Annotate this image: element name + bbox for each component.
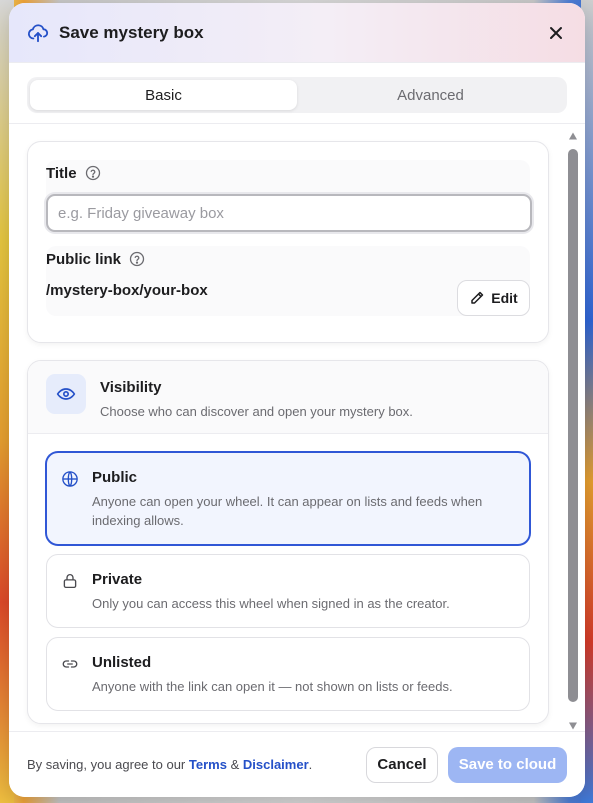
scroll-up-arrow-icon[interactable] <box>568 131 578 141</box>
cloud-upload-icon <box>27 22 49 44</box>
lock-icon <box>61 572 79 590</box>
terms-link[interactable]: Terms <box>189 757 227 772</box>
tab-bar: Basic Advanced <box>27 77 567 113</box>
save-to-cloud-button[interactable]: Save to cloud <box>448 746 567 783</box>
public-link-value: /mystery-box/your-box <box>46 282 208 299</box>
agreement-text: By saving, you agree to our Terms & Disc… <box>27 757 366 772</box>
edit-link-button[interactable]: Edit <box>457 280 530 316</box>
visibility-subtitle: Choose who can discover and open your my… <box>100 404 413 419</box>
option-title: Public <box>92 469 138 486</box>
eye-icon <box>46 374 86 414</box>
dialog-header: Save mystery box <box>9 3 585 63</box>
public-link-label: Public link <box>46 250 122 268</box>
save-dialog: Save mystery box Basic Advanced Title e.… <box>9 3 585 797</box>
help-icon[interactable] <box>85 165 101 181</box>
period: . <box>308 757 313 772</box>
help-icon[interactable] <box>129 251 145 267</box>
visibility-header: Visibility Choose who can discover and o… <box>28 361 548 434</box>
dialog-footer: By saving, you agree to our Terms & Disc… <box>9 731 585 797</box>
visibility-title: Visibility <box>100 379 162 396</box>
title-field-block: Title <box>46 160 532 232</box>
scrollbar[interactable] <box>568 131 578 731</box>
edit-label: Edit <box>491 290 518 306</box>
details-card: Title Public link <box>27 141 549 343</box>
option-title: Private <box>92 571 143 588</box>
agreement-prefix: By saving, you agree to our <box>27 757 186 772</box>
close-icon[interactable] <box>545 22 567 44</box>
option-description: Anyone with the link can open it — not s… <box>92 679 453 694</box>
tab-basic[interactable]: Basic <box>30 80 297 110</box>
pencil-icon <box>469 290 485 306</box>
dialog-body: Title Public link <box>9 115 585 733</box>
visibility-option-unlisted[interactable]: Unlisted Anyone with the link can open i… <box>46 637 530 711</box>
option-description: Anyone can open your wheel. It can appea… <box>92 494 483 528</box>
visibility-options: Public Anyone can open your wheel. It ca… <box>28 434 548 711</box>
tab-advanced[interactable]: Advanced <box>297 80 564 110</box>
scrollbar-thumb[interactable] <box>568 149 578 702</box>
visibility-option-public[interactable]: Public Anyone can open your wheel. It ca… <box>46 452 530 545</box>
dialog-title: Save mystery box <box>59 22 204 42</box>
title-input[interactable] <box>46 194 532 232</box>
ampersand: & <box>230 757 240 772</box>
public-link-block: Public link /mystery-box/your-box Edit <box>46 246 530 316</box>
globe-icon <box>61 470 79 488</box>
visibility-card: Visibility Choose who can discover and o… <box>27 360 549 724</box>
link-icon <box>61 655 79 673</box>
option-description: Only you can access this wheel when sign… <box>92 596 450 611</box>
cancel-button[interactable]: Cancel <box>366 746 438 783</box>
disclaimer-link[interactable]: Disclaimer <box>243 757 309 772</box>
visibility-option-private[interactable]: Private Only you can access this wheel w… <box>46 554 530 628</box>
title-label: Title <box>46 164 77 182</box>
option-title: Unlisted <box>92 654 152 671</box>
scroll-down-arrow-icon[interactable] <box>568 721 578 731</box>
